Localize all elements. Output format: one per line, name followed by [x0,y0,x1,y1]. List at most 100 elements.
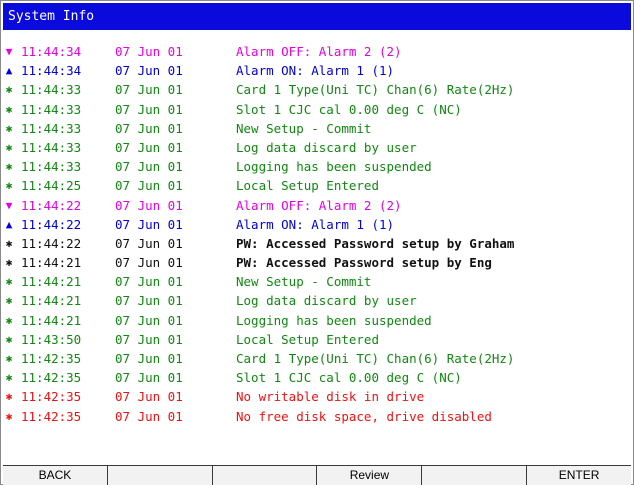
softkey-2-button[interactable] [107,466,213,485]
log-date: 07 Jun 01 [115,255,183,271]
log-entry: ✱ 11:42:35 07 Jun 01 No free disk space, dr… [3,407,631,426]
log-date: 07 Jun 01 [115,370,183,386]
log-time: 11:42:35 [21,408,82,424]
log-time: 11:44:33 [21,82,82,98]
log-message: PW: Accessed Password setup by Eng [236,255,492,271]
asterisk-icon: ✱ [5,352,13,365]
log-time: 11:44:33 [21,101,82,117]
log-time: 11:44:21 [21,293,82,309]
asterisk-icon: ✱ [5,256,13,270]
asterisk-icon: ✱ [5,332,13,346]
log-date: 07 Jun 01 [115,63,183,79]
asterisk-icon: ✱ [5,121,13,135]
log-entry: ✱ 11:44:33 07 Jun 01 New Setup - Commit [3,119,631,138]
asterisk-icon: ✱ [5,236,13,250]
log-message: Slot 1 CJC cal 0.00 deg C (NC) [236,370,462,386]
softkey-3-button[interactable] [212,466,318,485]
asterisk-icon: ✱ [5,160,13,174]
triangle-down-icon: ▼ [5,198,13,212]
log-entry: ✱ 11:44:21 07 Jun 01 New Setup - Commit [3,272,631,291]
log-date: 07 Jun 01 [115,351,183,366]
log-message: New Setup - Commit [236,274,372,290]
asterisk-icon: ✱ [5,179,13,193]
log-message: Log data discard by user [236,293,417,309]
triangle-up-icon: ▲ [5,64,13,78]
log-time: 11:44:33 [21,139,82,155]
log-message: Logging has been suspended [236,159,432,175]
log-time: 11:44:33 [21,159,82,175]
log-date: 07 Jun 01 [115,331,183,347]
log-time: 11:44:22 [21,197,82,213]
log-message: Card 1 Type(Uni TC) Chan(6) Rate(2Hz) [236,82,515,98]
log-entry: ✱ 11:44:21 07 Jun 01 Logging has been suspe… [3,311,631,330]
log-entry: ✱ 11:44:33 07 Jun 01 Logging has been suspe… [3,157,631,176]
log-time: 11:44:34 [21,63,82,79]
log-time: 11:44:25 [21,178,82,194]
log-message: Local Setup Entered [236,331,379,347]
log-date: 07 Jun 01 [115,101,183,117]
window-title: System Info [3,3,631,30]
log-date: 07 Jun 01 [115,408,183,424]
log-time: 11:44:33 [21,120,82,136]
log-message: Local Setup Entered [236,178,379,194]
log-message: No free disk space, drive disabled [236,408,492,424]
log-date: 07 Jun 01 [115,139,183,155]
softkey-bar: BACK Review ENTER [3,465,631,485]
log-date: 07 Jun 01 [115,274,183,290]
log-message: Alarm OFF: Alarm 2 (2) [236,197,402,213]
log-date: 07 Jun 01 [115,178,183,194]
triangle-up-icon: ▲ [5,217,13,231]
asterisk-icon: ✱ [5,313,13,327]
asterisk-icon: ✱ [5,390,13,404]
softkey-review-button[interactable]: Review [317,466,423,485]
log-date: 07 Jun 01 [115,312,183,328]
softkey-5-button[interactable] [422,466,528,485]
log-time: 11:42:35 [21,351,82,366]
log-time: 11:42:35 [21,389,82,405]
log-entry: ✱ 11:44:33 07 Jun 01 Card 1 Type(Uni TC) Ch… [3,80,631,99]
triangle-down-icon: ▼ [5,45,13,58]
log-date: 07 Jun 01 [115,82,183,98]
log-date: 07 Jun 01 [115,44,183,59]
log-date: 07 Jun 01 [115,293,183,309]
log-date: 07 Jun 01 [115,159,183,175]
system-info-window: System Info ▼ 11:44:34 07 Jun 01 Alarm OFF:… [0,0,634,485]
log-entry: ✱ 11:43:50 07 Jun 01 Local Setup Entered [3,330,631,349]
log-message: Logging has been suspended [236,312,432,328]
log-time: 11:43:50 [21,331,82,347]
log-message: Log data discard by user [236,139,417,155]
log-time: 11:44:22 [21,235,82,251]
log-message: No writable disk in drive [236,389,425,405]
softkey-back-button[interactable]: BACK [3,466,108,485]
log-entry: ✱ 11:44:25 07 Jun 01 Local Setup Entered [3,176,631,195]
log-time: 11:44:21 [21,274,82,290]
log-time: 11:42:35 [21,370,82,386]
log-time: 11:44:21 [21,255,82,271]
log-date: 07 Jun 01 [115,197,183,213]
log-message: Alarm OFF: Alarm 2 (2) [236,44,402,59]
asterisk-icon: ✱ [5,140,13,154]
log-entry: ✱ 11:42:35 07 Jun 01 Card 1 Type(Uni TC) Ch… [3,349,631,368]
log-entry: ✱ 11:44:33 07 Jun 01 Log data discard by us… [3,138,631,157]
log-date: 07 Jun 01 [115,120,183,136]
log-entry: ▲ 11:44:34 07 Jun 01 Alarm ON: Alarm 1 (1) [3,61,631,80]
log-entry: ✱ 11:42:35 07 Jun 01 No writable disk in dr… [3,387,631,406]
log-time: 11:44:22 [21,216,82,232]
asterisk-icon: ✱ [5,83,13,97]
asterisk-icon: ✱ [5,409,13,423]
log-entry: ▼ 11:44:34 07 Jun 01 Alarm OFF: Alarm 2 (2) [3,42,631,61]
log-entry: ✱ 11:44:22 07 Jun 01 PW: Accessed Password … [3,234,631,253]
log-time: 11:44:21 [21,312,82,328]
asterisk-icon: ✱ [5,294,13,308]
log-message: New Setup - Commit [236,120,372,136]
log-entry: ✱ 11:44:33 07 Jun 01 Slot 1 CJC cal 0.00 de… [3,100,631,119]
log-message: Alarm ON: Alarm 1 (1) [236,216,395,232]
event-log-list: ▼ 11:44:34 07 Jun 01 Alarm OFF: Alarm 2 (2)… [3,42,631,426]
log-entry: ✱ 11:42:35 07 Jun 01 Slot 1 CJC cal 0.00 de… [3,368,631,387]
log-date: 07 Jun 01 [115,389,183,405]
log-entry: ✱ 11:44:21 07 Jun 01 Log data discard by us… [3,291,631,310]
asterisk-icon: ✱ [5,102,13,116]
log-message: Slot 1 CJC cal 0.00 deg C (NC) [236,101,462,117]
softkey-enter-button[interactable]: ENTER [527,466,631,485]
log-entry: ▼ 11:44:22 07 Jun 01 Alarm OFF: Alarm 2 (2) [3,196,631,215]
